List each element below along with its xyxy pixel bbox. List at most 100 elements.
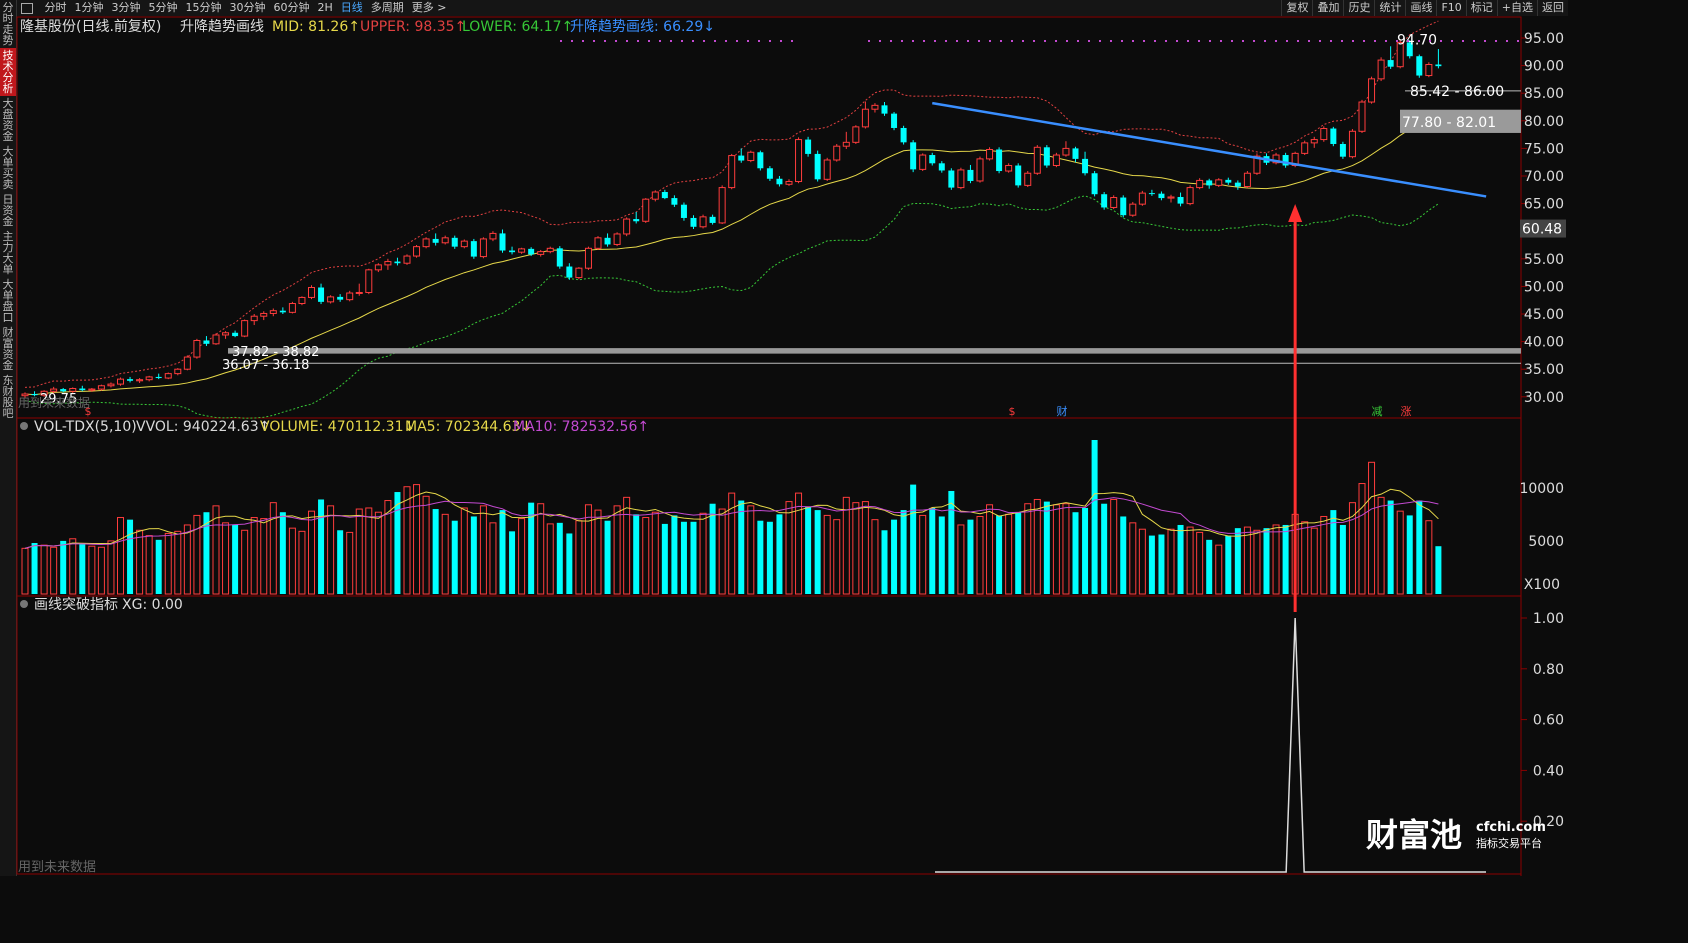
candle-body xyxy=(584,247,592,269)
top-dot-mark xyxy=(945,40,947,42)
top-dot-mark xyxy=(1242,40,1244,42)
volume-bar xyxy=(690,521,697,594)
lower-band-line xyxy=(24,195,1439,419)
candle-body xyxy=(1167,196,1175,199)
top-dot-mark xyxy=(1077,40,1079,42)
candle-body xyxy=(241,320,249,337)
top-dot-mark xyxy=(1341,40,1343,42)
volume-bar xyxy=(919,514,927,595)
volume-bar xyxy=(1320,515,1328,595)
candle-body xyxy=(633,219,640,222)
high-label: 94.70 xyxy=(1397,33,1437,49)
candle-body xyxy=(1301,142,1309,154)
volume-bar xyxy=(1148,535,1155,594)
volume-bar xyxy=(422,495,430,595)
volume-bar xyxy=(499,510,506,594)
candle-body xyxy=(1062,147,1070,156)
price-tick-label: 35.00 xyxy=(1524,362,1564,378)
volume-bar xyxy=(556,522,563,594)
volume-bar xyxy=(948,490,955,594)
candle-body xyxy=(1377,59,1385,80)
stock-name: 隆基股份(日线.前复权) xyxy=(20,18,161,35)
candle-body xyxy=(718,187,726,224)
volume-bar xyxy=(661,523,668,594)
candle-body xyxy=(575,267,583,279)
volume-bar xyxy=(193,514,201,595)
xg-tick-label: 1.00 xyxy=(1533,611,1564,627)
top-dot-mark xyxy=(1033,40,1035,42)
top-dot-mark xyxy=(1330,40,1332,42)
volume-bar xyxy=(1015,512,1022,594)
volume-bar xyxy=(623,496,631,595)
candle-body xyxy=(556,248,563,267)
top-dot-mark xyxy=(1517,40,1519,42)
candle-body xyxy=(900,127,907,143)
volume-bar xyxy=(164,532,172,595)
candle-body xyxy=(1206,180,1213,186)
top-dot-mark xyxy=(923,40,925,42)
candle-body xyxy=(136,379,144,382)
volume-bar xyxy=(795,492,803,595)
volume-bar xyxy=(805,506,812,594)
vol-value-3: MA10: 782532.56↑ xyxy=(513,419,649,435)
candle-body xyxy=(1110,197,1118,208)
top-dot-mark xyxy=(1462,40,1464,42)
candle-body xyxy=(861,108,869,128)
top-dot-mark xyxy=(1176,40,1178,42)
candle-body xyxy=(97,385,105,390)
candle-body xyxy=(1043,147,1050,166)
top-dot-mark xyxy=(1286,40,1288,42)
top-dot-mark xyxy=(1154,40,1156,42)
candle-body xyxy=(910,142,917,170)
candle-body xyxy=(413,246,421,257)
volume-bar xyxy=(1138,528,1146,595)
volume-bar xyxy=(861,501,869,595)
candle-body xyxy=(145,376,153,381)
candle-body xyxy=(996,149,1003,172)
candle-body xyxy=(1082,158,1089,174)
volume-bar xyxy=(1416,500,1423,594)
top-dot-mark xyxy=(1407,40,1409,42)
candle-body xyxy=(499,233,506,251)
volume-bar xyxy=(881,530,888,594)
top-dot-mark xyxy=(1264,40,1266,42)
volume-bar xyxy=(633,514,640,594)
candle-body xyxy=(203,340,210,344)
candle-body xyxy=(1215,179,1223,186)
candle-body xyxy=(1348,130,1356,158)
volume-bar xyxy=(842,496,850,595)
candle-body xyxy=(747,151,755,162)
watermark-brand: 财富池 xyxy=(1366,816,1462,854)
volume-bar xyxy=(1082,507,1089,594)
candle-body xyxy=(805,139,812,154)
candle-body xyxy=(642,198,650,222)
candle-body xyxy=(69,388,77,392)
volume-bar xyxy=(747,505,755,595)
stock-chart: 95.0090.0085.0080.0075.0070.0065.0060.00… xyxy=(16,16,1566,876)
candle-body xyxy=(919,154,927,170)
vol-tick-label: 5000 xyxy=(1528,534,1564,550)
xg-value: XG: 0.00 xyxy=(122,597,183,613)
candle-body xyxy=(1358,101,1366,132)
volume-bar xyxy=(680,521,687,594)
candle-body xyxy=(1024,172,1032,186)
volume-bar xyxy=(929,507,936,594)
volume-bar xyxy=(1167,528,1175,595)
vol-unit-label: X100 xyxy=(1524,577,1560,593)
price-tick-label: 45.00 xyxy=(1524,307,1564,323)
vol-panel-dot xyxy=(20,422,28,430)
top-dot-mark xyxy=(879,40,881,42)
candle-body xyxy=(613,233,621,245)
volume-bar xyxy=(1368,461,1376,595)
candle-body xyxy=(1015,165,1022,186)
volume-bar xyxy=(1396,510,1404,595)
candle-body xyxy=(174,368,182,375)
price-tick-label: 75.00 xyxy=(1524,141,1564,157)
top-dot-mark xyxy=(571,40,573,42)
candle-body xyxy=(250,315,258,322)
volume-bar xyxy=(97,546,105,595)
volume-bar xyxy=(1377,496,1385,595)
volume-bar xyxy=(40,544,48,595)
volume-bar xyxy=(1263,528,1270,594)
candle-body xyxy=(776,178,783,185)
